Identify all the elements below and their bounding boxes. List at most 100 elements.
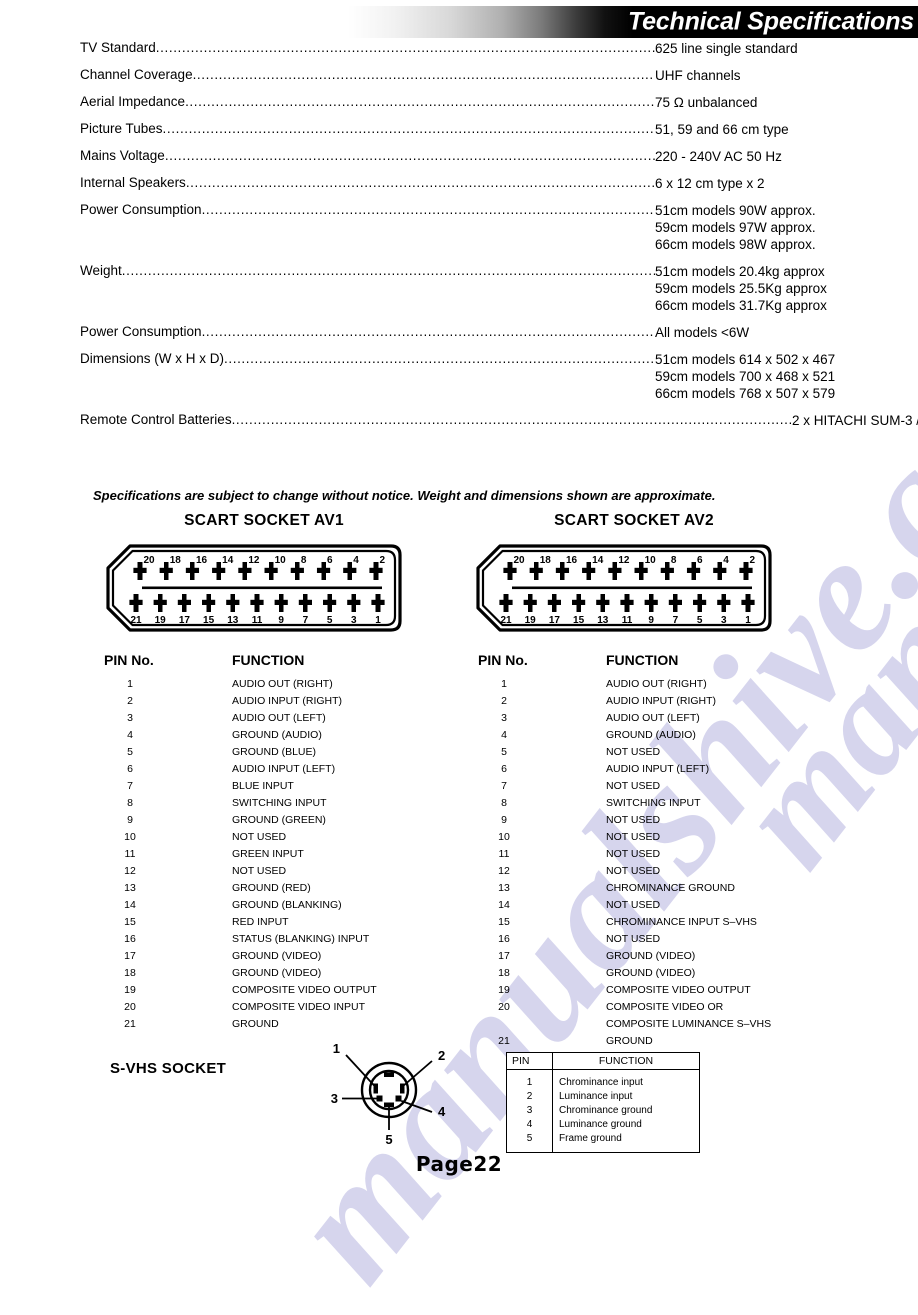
pin-number: 15 [498, 916, 510, 928]
pin-row: 21 GROUND [104, 1016, 434, 1033]
pin-row: 12 NOT USED [478, 863, 818, 880]
svg-text:9: 9 [648, 615, 654, 626]
svg-text:8: 8 [671, 555, 677, 566]
pin-row: 20 COMPOSITE VIDEO OR [478, 999, 818, 1016]
svg-text:17: 17 [179, 615, 191, 626]
pin-number: 20 [498, 1001, 510, 1013]
scart-av1-heading: SCART SOCKET AV1 [184, 512, 344, 529]
spec-label-cell: Power Consumption.......................… [80, 324, 655, 339]
pin-row: 6 AUDIO INPUT (LEFT) [478, 761, 818, 778]
pin-row: 9 NOT USED [478, 812, 818, 829]
pin-row-continuation: COMPOSITE LUMINANCE S–VHS [478, 1016, 818, 1033]
spec-value-cell: 220 - 240V AC 50 Hz [655, 148, 870, 165]
column-header-pin: PIN [507, 1053, 553, 1070]
pin-number: 3 [501, 712, 507, 724]
svg-text:4: 4 [438, 1104, 446, 1119]
svg-text:1: 1 [375, 615, 381, 626]
svg-text:6: 6 [327, 555, 333, 566]
spec-value: UHF channels [655, 68, 741, 83]
pin-function: CHROMINANCE GROUND [606, 882, 735, 894]
pin-row: 19 COMPOSITE VIDEO OUTPUT [478, 982, 818, 999]
svg-text:12: 12 [618, 555, 630, 566]
pin-function: AUDIO INPUT (RIGHT) [232, 695, 343, 707]
pin-function: GROUND (BLUE) [232, 746, 317, 758]
spec-value-cell: 51cm models 20.4kg approx 59cm models 25.… [655, 263, 870, 314]
spec-row: Channel Coverage........................… [80, 67, 870, 84]
specifications-note: Specifications are subject to change wit… [93, 488, 716, 503]
svg-text:1: 1 [745, 615, 751, 626]
spec-value: 75 Ω unbalanced [655, 95, 758, 110]
scart-av1-diagram-block: SCART SOCKET AV1 20 18 16 14 12 10 8 6 4 2 21 19 17 1… [104, 512, 424, 639]
svg-text:3: 3 [331, 1091, 338, 1106]
spec-label: Mains Voltage [80, 148, 165, 163]
pin-row: 1 AUDIO OUT (RIGHT) [478, 676, 818, 693]
pin-number: 1 [501, 678, 507, 690]
pin-number: 9 [127, 814, 133, 826]
pin-row: 11 GREEN INPUT [104, 846, 434, 863]
pin-row: 19 COMPOSITE VIDEO OUTPUT [104, 982, 434, 999]
spec-value-cell: 51cm models 90W approx. 59cm models 97W a… [655, 202, 870, 253]
spec-label: TV Standard [80, 40, 156, 55]
pin-number: 4 [127, 729, 133, 741]
svg-text:20: 20 [144, 555, 156, 566]
svg-text:18: 18 [170, 555, 182, 566]
pin-row: 14 NOT USED [478, 897, 818, 914]
spec-label-cell: Aerial Impedance........................… [80, 94, 655, 109]
pin-row: 8 SWITCHING INPUT [104, 795, 434, 812]
column-header-function: FUNCTION [606, 652, 679, 668]
svg-text:5: 5 [697, 615, 703, 626]
spec-leader-dots: ........................................… [185, 94, 655, 109]
pin-function: GROUND (VIDEO) [232, 967, 322, 979]
svhs-pin-number: 5 [507, 1132, 553, 1152]
spec-label-cell: TV Standard.............................… [80, 40, 655, 55]
svg-text:15: 15 [203, 615, 215, 626]
spec-label-cell: Dimensions (W x H x D)..................… [80, 351, 655, 366]
scart-av2-connector-icon: 20 18 16 14 12 10 8 6 4 2 21 19 17 15 13 11 9 7 5 3 1 [474, 542, 794, 639]
pin-number: 6 [501, 763, 507, 775]
pin-row: 8 SWITCHING INPUT [478, 795, 818, 812]
pin-number: 7 [501, 780, 507, 792]
svg-text:3: 3 [351, 615, 357, 626]
pin-function: STATUS (BLANKING) INPUT [232, 933, 370, 945]
pin-function: RED INPUT [232, 916, 289, 928]
spec-leader-dots: ........................................… [121, 263, 655, 278]
pin-function: AUDIO INPUT (LEFT) [606, 763, 710, 775]
spec-label: Weight [80, 263, 122, 278]
spec-value: 625 line single standard [655, 41, 798, 56]
spec-row: Power Consumption.......................… [80, 202, 870, 253]
pin-number: 18 [124, 967, 136, 979]
spec-label-cell: Power Consumption.......................… [80, 202, 655, 217]
pin-function: COMPOSITE VIDEO OUTPUT [232, 984, 377, 996]
svhs-table-header-row: PIN FUNCTION [507, 1053, 699, 1070]
pin-row: 3 AUDIO OUT (LEFT) [478, 710, 818, 727]
pin-row: 13 GROUND (RED) [104, 880, 434, 897]
svg-text:5: 5 [327, 615, 333, 626]
pin-number: 8 [501, 797, 507, 809]
spec-value-cell: 6 x 12 cm type x 2 [655, 175, 870, 192]
spec-row: TV Standard.............................… [80, 40, 870, 57]
pin-row: 3 AUDIO OUT (LEFT) [104, 710, 434, 727]
spec-value: 59cm models 700 x 468 x 521 [655, 369, 836, 384]
spec-row: Weight..................................… [80, 263, 870, 314]
pin-function: NOT USED [606, 746, 661, 758]
spec-value-cell: 51, 59 and 66 cm type [655, 121, 870, 138]
spec-row: Dimensions (W x H x D)..................… [80, 351, 870, 402]
svhs-pin-function: Luminance input [559, 1091, 633, 1102]
spec-label-cell: Channel Coverage........................… [80, 67, 655, 82]
pin-function: AUDIO OUT (LEFT) [232, 712, 326, 724]
spec-row: Power Consumption.......................… [80, 324, 870, 341]
pin-number: 19 [498, 984, 510, 996]
pin-function: GROUND [232, 1018, 279, 1030]
pin-function: BLUE INPUT [232, 780, 294, 792]
svhs-pin-function: Chrominance ground [559, 1105, 653, 1116]
spec-leader-dots: ........................................… [155, 40, 655, 55]
svhs-pin-number: 4 [507, 1118, 553, 1132]
pin-row: 10 NOT USED [478, 829, 818, 846]
scart-av1-shell: 20 18 16 14 12 10 8 6 4 2 21 19 17 15 13 11 9 7 5 3 1 [106, 544, 402, 632]
pin-number: 18 [498, 967, 510, 979]
spec-value-cell: 51cm models 614 x 502 x 467 59cm models 7… [655, 351, 870, 402]
spec-value: 66cm models 768 x 507 x 579 [655, 386, 836, 401]
spec-value: 2 x HITACHI SUM-3 /equivalent AA [792, 413, 918, 428]
pin-function: NOT USED [606, 933, 661, 945]
spec-leader-dots: ........................................… [185, 175, 655, 190]
